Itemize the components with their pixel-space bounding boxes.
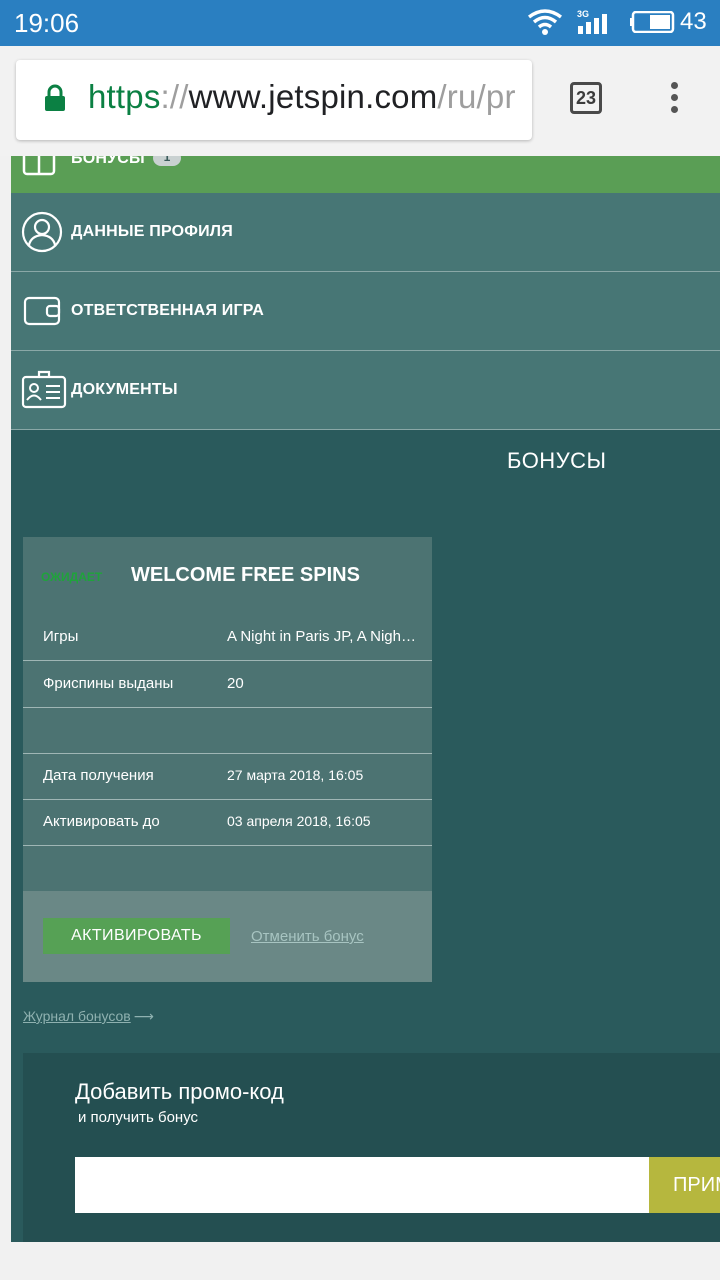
promo-code-input[interactable] xyxy=(75,1157,649,1213)
battery-level: 43 xyxy=(680,8,707,35)
arrow-right-icon: ⟶ xyxy=(133,1008,154,1024)
bonus-name: WELCOME FREE SPINS xyxy=(131,564,360,586)
bonus-journal-link[interactable]: Журнал бонусов ⟶ xyxy=(23,1008,154,1025)
page-title: БОНУСЫ xyxy=(507,448,607,473)
cancel-bonus-link[interactable]: Отменить бонус xyxy=(251,928,364,945)
status-time: 19:06 xyxy=(14,8,80,38)
url-scheme: https xyxy=(88,78,161,115)
table-row: Игры A Night in Paris JP, A Night in Par… xyxy=(23,614,432,661)
battery-icon xyxy=(630,10,676,38)
address-bar[interactable]: https://www.jetspin.com/ru/pr xyxy=(16,60,532,140)
user-icon xyxy=(21,211,63,258)
wallet-icon xyxy=(21,290,63,337)
menu-item-bonuses[interactable]: БОНУСЫ 1 xyxy=(11,156,720,194)
menu-item-label: ДАННЫЕ ПРОФИЛЯ xyxy=(71,223,233,240)
browser-toolbar: https://www.jetspin.com/ru/pr 23 xyxy=(0,46,720,156)
table-row xyxy=(23,845,432,892)
table-row: Фриспины выданы 20 xyxy=(23,661,432,708)
url-text[interactable]: https://www.jetspin.com/ru/pr xyxy=(88,78,528,116)
bonus-card-footer: АКТИВИРОВАТЬ Отменить бонус xyxy=(23,891,432,982)
cell-signal-icon xyxy=(576,12,614,39)
menu-item-label: БОНУСЫ xyxy=(71,156,145,167)
row-value: 20 xyxy=(227,675,244,692)
url-host: www.jetspin.com xyxy=(188,78,438,115)
row-key: Игры xyxy=(43,628,79,645)
table-row: Активировать до 03 апреля 2018, 16:05 xyxy=(23,799,432,846)
row-key: Фриспины выданы xyxy=(43,675,174,692)
row-key: Дата получения xyxy=(43,767,154,784)
url-separator: :// xyxy=(160,78,189,115)
bonus-journal-label: Журнал бонусов xyxy=(23,1008,131,1024)
bonus-count-badge: 1 xyxy=(153,156,181,166)
activate-button[interactable]: АКТИВИРОВАТЬ xyxy=(43,918,230,954)
table-row: Дата получения 27 марта 2018, 16:05 xyxy=(23,753,432,800)
wifi-icon xyxy=(527,8,563,41)
row-key: Активировать до xyxy=(43,813,160,830)
gift-icon xyxy=(21,156,57,181)
menu-item-responsible-gaming[interactable]: ОТВЕТСТВЕННАЯ ИГРА xyxy=(11,272,720,351)
id-card-icon xyxy=(21,369,67,416)
row-value: 03 апреля 2018, 16:05 xyxy=(227,813,371,829)
menu-item-documents[interactable]: ДОКУМЕНТЫ xyxy=(11,351,720,430)
row-value: 27 марта 2018, 16:05 xyxy=(227,767,364,783)
bonus-card: ОЖИДАЕТ WELCOME FREE SPINS Игры A Night … xyxy=(23,537,432,982)
tab-switcher-button[interactable]: 23 xyxy=(570,82,602,114)
apply-promo-button[interactable]: ПРИМЕНИТЬ xyxy=(649,1157,720,1213)
page-content: БОНУСЫ 1 ДАННЫЕ ПРОФИЛЯ ОТВЕТСТВЕННАЯ ИГ… xyxy=(11,156,720,1242)
menu-item-label: ДОКУМЕНТЫ xyxy=(71,381,178,398)
url-path: /ru/pr xyxy=(437,78,516,115)
row-value: A Night in Paris JP, A Night in Paris xyxy=(227,628,417,645)
table-row xyxy=(23,707,432,754)
overflow-menu-icon[interactable] xyxy=(666,82,682,122)
status-bar: 19:06 3G 43 xyxy=(0,0,720,46)
promo-subtitle: и получить бонус xyxy=(78,1109,199,1126)
promo-code-section: Добавить промо-код и получить бонус ПРИМ… xyxy=(23,1053,720,1242)
menu-item-profile[interactable]: ДАННЫЕ ПРОФИЛЯ xyxy=(11,193,720,272)
lock-icon xyxy=(44,84,66,117)
bonus-status-badge: ОЖИДАЕТ xyxy=(41,570,103,584)
menu-item-label: ОТВЕТСТВЕННАЯ ИГРА xyxy=(71,302,264,319)
promo-title: Добавить промо-код xyxy=(75,1079,284,1104)
